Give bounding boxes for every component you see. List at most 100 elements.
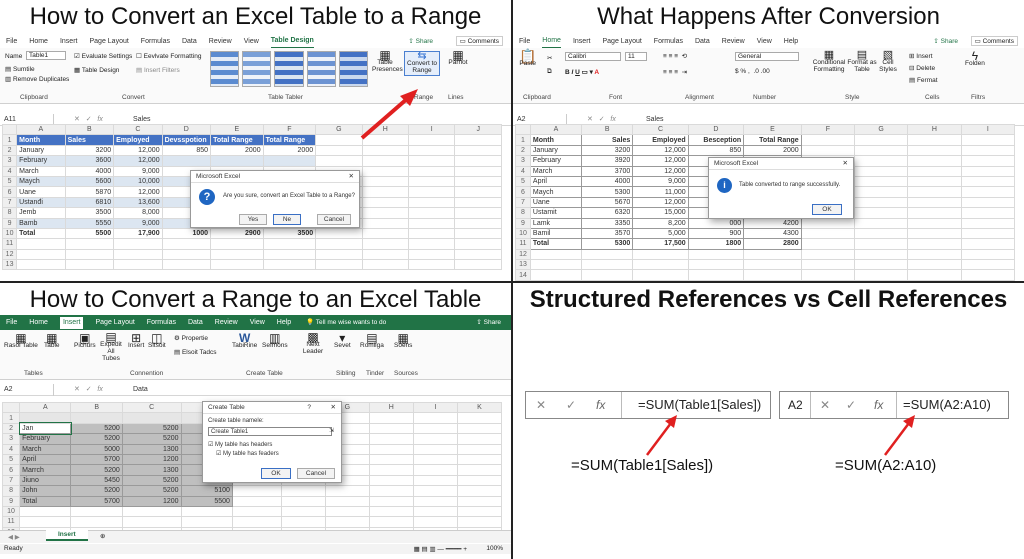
tab-page-layout[interactable]: Page Layout bbox=[95, 317, 134, 329]
cell[interactable] bbox=[907, 238, 962, 250]
cell[interactable]: 8,200 bbox=[632, 217, 689, 229]
cell[interactable] bbox=[324, 485, 370, 497]
row-header[interactable]: 7 bbox=[515, 196, 531, 209]
row-header[interactable]: 12 bbox=[515, 248, 531, 261]
headers-checkbox[interactable]: ☑ My table has headers bbox=[208, 441, 272, 448]
cell[interactable] bbox=[800, 217, 856, 229]
row-header[interactable]: 4 bbox=[515, 165, 531, 177]
tab-data[interactable]: Data bbox=[188, 317, 203, 329]
cell[interactable] bbox=[456, 433, 503, 445]
comments-button[interactable]: ▭ Comments bbox=[970, 36, 1018, 46]
cell[interactable] bbox=[960, 259, 1016, 271]
column-header[interactable]: A bbox=[19, 401, 72, 414]
cell[interactable] bbox=[368, 453, 414, 466]
tab-data[interactable]: Data bbox=[695, 36, 710, 48]
cell[interactable] bbox=[368, 495, 414, 507]
cell[interactable] bbox=[324, 505, 370, 518]
pictures-button[interactable]: ▣ Pichurs bbox=[74, 332, 96, 350]
tab-review[interactable]: Review bbox=[722, 36, 745, 48]
row-header[interactable]: 5 bbox=[1, 453, 21, 466]
column-header[interactable]: C bbox=[632, 123, 689, 136]
cell[interactable]: 4000 bbox=[581, 175, 634, 188]
cell[interactable]: 5100 bbox=[180, 485, 233, 497]
cell[interactable] bbox=[907, 227, 962, 240]
cell[interactable]: 5200 bbox=[70, 422, 123, 435]
cell[interactable] bbox=[800, 259, 856, 271]
cell[interactable] bbox=[853, 196, 909, 209]
column-header[interactable]: A bbox=[529, 123, 583, 136]
cell[interactable] bbox=[368, 443, 414, 455]
align-top-icons[interactable]: ≡ ≡ ≡ ⟲ bbox=[663, 52, 687, 60]
cell[interactable]: 4300 bbox=[743, 227, 802, 240]
row-header[interactable]: 11 bbox=[515, 238, 531, 250]
tab-home[interactable]: Home bbox=[29, 317, 48, 329]
cell[interactable] bbox=[368, 485, 414, 497]
cell[interactable] bbox=[412, 474, 458, 487]
zoom-level[interactable]: 100% bbox=[486, 545, 503, 552]
add-sheet-icon[interactable]: ⊕ bbox=[100, 532, 105, 540]
cell[interactable]: 3700 bbox=[581, 165, 634, 177]
column-header[interactable]: I bbox=[960, 123, 1016, 136]
font-name-select[interactable]: Calibri bbox=[565, 52, 621, 61]
cell[interactable] bbox=[853, 144, 909, 157]
share-button[interactable]: ⇪ Share bbox=[476, 318, 501, 326]
cell[interactable]: 3200 bbox=[581, 144, 634, 157]
row-header[interactable]: 2 bbox=[1, 422, 21, 435]
conditional-formatting-button[interactable]: ▦ Conditional Formatting bbox=[811, 50, 847, 74]
font-style-buttons[interactable]: B I U ▭ ▾ A bbox=[565, 68, 599, 76]
cell[interactable] bbox=[180, 516, 233, 528]
cell[interactable] bbox=[368, 474, 414, 487]
cell[interactable]: Marrch bbox=[19, 464, 72, 476]
cell[interactable] bbox=[960, 227, 1016, 240]
cell[interactable] bbox=[853, 269, 909, 281]
cell[interactable] bbox=[853, 259, 909, 271]
elsoit-button[interactable]: ▤ Elsoit Tadcs bbox=[174, 348, 217, 356]
share-button[interactable]: ⇪ Share bbox=[933, 37, 958, 45]
cell[interactable]: Besception bbox=[687, 134, 745, 146]
cell[interactable] bbox=[324, 516, 370, 528]
cell[interactable]: John bbox=[19, 485, 72, 497]
cell[interactable] bbox=[412, 485, 458, 497]
number-format-select[interactable]: General bbox=[735, 52, 799, 61]
cell[interactable] bbox=[853, 248, 909, 261]
ok-button[interactable]: OK bbox=[812, 204, 842, 215]
cell[interactable] bbox=[280, 495, 326, 507]
cell[interactable] bbox=[456, 453, 503, 466]
cell[interactable]: Maych bbox=[529, 186, 583, 198]
row-header[interactable]: 1 bbox=[1, 412, 21, 424]
cell[interactable] bbox=[368, 464, 414, 476]
cell[interactable]: 17,500 bbox=[632, 238, 689, 250]
cell[interactable]: February bbox=[19, 433, 72, 445]
cell[interactable] bbox=[960, 238, 1016, 250]
cell[interactable] bbox=[19, 505, 72, 518]
cell[interactable] bbox=[280, 485, 326, 497]
cell[interactable] bbox=[632, 259, 689, 271]
row-header[interactable]: 10 bbox=[1, 505, 21, 518]
cell[interactable]: 5500 bbox=[180, 495, 233, 507]
cell[interactable] bbox=[907, 134, 962, 146]
insert-button[interactable]: ⊞ Insert bbox=[128, 332, 144, 350]
cell[interactable] bbox=[800, 248, 856, 261]
row-header[interactable]: 8 bbox=[515, 207, 531, 219]
cell[interactable]: January bbox=[529, 144, 583, 157]
cell[interactable]: February bbox=[529, 155, 583, 167]
tab-formulas[interactable]: Formulas bbox=[654, 36, 683, 48]
cell[interactable]: 5670 bbox=[581, 196, 634, 209]
tell-me-search[interactable]: 💡 Tell me wise wants to do bbox=[306, 318, 386, 326]
help-icon[interactable]: ? bbox=[307, 402, 311, 414]
row-header[interactable]: 6 bbox=[1, 464, 21, 476]
cell[interactable]: March bbox=[19, 443, 72, 455]
row-header[interactable]: 2 bbox=[515, 144, 531, 157]
cell[interactable] bbox=[456, 485, 503, 497]
row-header[interactable]: 6 bbox=[515, 186, 531, 198]
name-box[interactable]: A2 bbox=[4, 384, 54, 396]
row-header[interactable]: 13 bbox=[515, 259, 531, 271]
cell[interactable]: 12,000 bbox=[632, 144, 689, 157]
cell[interactable] bbox=[19, 412, 72, 424]
cell[interactable] bbox=[800, 227, 856, 240]
close-icon[interactable]: ✕ bbox=[843, 158, 848, 170]
cell[interactable]: 850 bbox=[687, 144, 745, 157]
cell[interactable]: 3570 bbox=[581, 227, 634, 240]
cell[interactable]: 1300 bbox=[121, 443, 182, 455]
cell[interactable] bbox=[907, 144, 962, 157]
